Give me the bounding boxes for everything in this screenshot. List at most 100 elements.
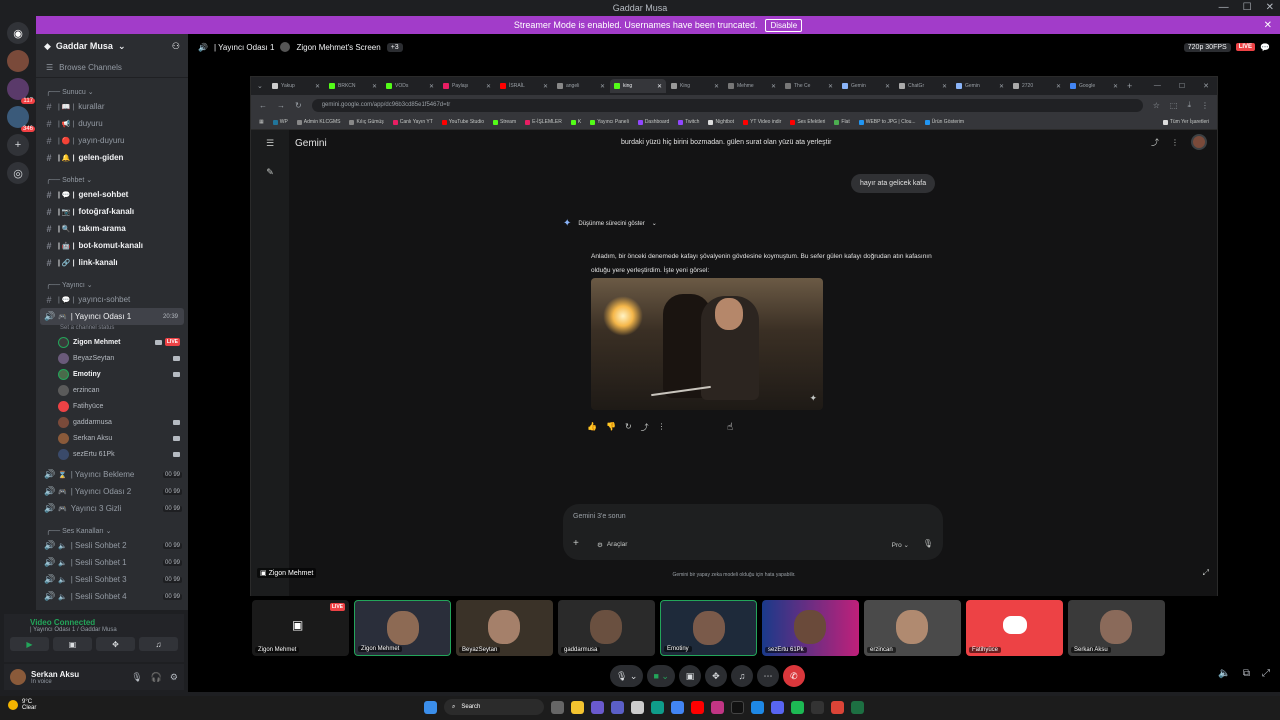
share-icon[interactable]: ⤴ [641,422,649,433]
spotify-icon[interactable] [791,700,804,714]
category-sohbet[interactable]: ╭── Sohbet ⌄ [36,166,188,186]
disconnect-button[interactable]: ✆ [782,665,805,687]
account-avatar[interactable] [1191,134,1207,150]
add-member-icon[interactable]: ⚇ [172,41,180,52]
headphones-icon[interactable]: 🎧 [151,672,162,683]
maximize-icon[interactable]: ☐ [1243,2,1252,13]
file-explorer-icon[interactable] [571,700,584,714]
voice-channel-sesli-sohbet-2[interactable]: 🔊 🔈 | Sesli Sohbet 2 00 99 [36,537,188,554]
gemini-brand[interactable]: Gemini [295,138,327,149]
browser-tab[interactable]: VODs ✕ [382,79,438,93]
prompt-input-box[interactable]: Gemini 3'e sorun + ⚙ Araçlar Pro ⌄ 🎙 [563,504,943,560]
channel-gelen-giden[interactable]: # | 🔔 | gelen-giden [36,149,188,166]
back-icon[interactable]: ← [259,101,267,110]
instagram-icon[interactable] [711,700,724,714]
voice-channel-sesli-sohbet-1[interactable]: 🔊 🔈 | Sesli Sohbet 1 00 99 [36,554,188,571]
new-chat-icon[interactable]: ✎ [251,167,289,178]
minimize-icon[interactable]: — [1154,82,1161,90]
close-icon[interactable]: ✕ [1203,82,1209,90]
bookmark[interactable]: Flat [834,119,850,125]
discord-icon[interactable] [771,700,784,714]
bookmark[interactable]: YT Video indir [743,119,781,125]
user-avatar[interactable] [10,669,26,685]
server-icon-gaddar[interactable] [7,50,29,72]
channel-kurallar[interactable]: # | 📖 | kurallar [36,98,188,115]
category-sunucu[interactable]: ╭── Sunucu ⌄ [36,78,188,98]
bookmark[interactable]: E-İŞLEMLER [525,119,562,125]
browser-tab[interactable]: angeli ✕ [553,79,609,93]
browser-tab[interactable]: King ✕ [667,79,723,93]
bookmark[interactable]: Canlı Yayın YT [392,119,433,125]
participant-tile[interactable]: Fatihyüce [966,600,1063,656]
browser-tab[interactable]: Yakup ✕ [268,79,324,93]
excel-icon[interactable] [851,700,864,714]
address-bar[interactable]: gemini.google.com/app/dc96b3cd85e1f5467d… [311,98,1143,112]
soundboard-button[interactable]: ♫ [139,637,178,651]
popout-icon[interactable]: ⧉ [1243,668,1250,679]
browser-tab[interactable]: Mehme ✕ [724,79,780,93]
chat-icon[interactable]: 💬 [1260,43,1270,52]
apps-icon[interactable]: ▦ [259,119,264,125]
camera-button[interactable]: ▶ [10,637,49,651]
chrome-icon[interactable] [671,700,684,714]
bookmark[interactable]: YouTube Studio [441,119,484,125]
fullscreen-icon[interactable]: ⤢ [1203,568,1209,578]
bookmark[interactable]: Twitch [678,119,699,125]
participant-tile[interactable]: Zigon Mehmet [354,600,451,656]
minimize-icon[interactable]: — [1219,2,1229,13]
participant-tile[interactable]: Serkan Aksu [1068,600,1165,656]
weather-widget[interactable]: 9°C Clear [8,699,36,711]
category-ses[interactable]: ╭── Ses Kanalları ⌄ [36,517,188,537]
thumbs-up-icon[interactable]: 👍 [587,422,597,433]
voice-user-emotiny[interactable]: Emotiny [36,366,188,382]
microphone-icon[interactable]: 🎙 [131,672,142,683]
all-bookmarks[interactable]: Tüm Yer İşaretleri [1162,119,1209,125]
new-tab-icon[interactable]: + [1127,81,1132,91]
participant-tile[interactable]: BeyazSeytan [456,600,553,656]
task-view-icon[interactable] [551,700,564,714]
voice-channel-yayinci-3-gizli[interactable]: 🔊 🎮 Yayıncı 3 Gizli 00 99 [36,500,188,517]
voice-channel-yayinci-odasi-1[interactable]: 🔊 🎮 | Yayıncı Odası 1 20:39 [40,308,184,325]
voice-user-zigon[interactable]: Zigon Mehmet LIVE [36,334,188,350]
channel-yayinci-sohbet[interactable]: # | 💬 | yayıncı-sohbet [36,291,188,308]
tab-search-icon[interactable]: ⌄ [257,82,267,90]
teams-icon[interactable] [611,700,624,714]
browser-tab[interactable]: BRKCN ✕ [325,79,381,93]
channel-yayin-duyuru[interactable]: # | 🔴 | yayın-duyuru [36,132,188,149]
microphone-icon[interactable]: 🎙 [923,539,933,548]
screen-share-button[interactable]: ▣ [678,665,701,687]
voice-channel-yayinci-odasi-2[interactable]: 🔊 🎮 | Yayıncı Odası 2 00 99 [36,483,188,500]
add-server-icon[interactable]: + [7,134,29,156]
channel-link[interactable]: # | 🔗 | link-kanalı [36,254,188,271]
voice-user-serkan[interactable]: Serkan Aksu [36,430,188,446]
menu-icon[interactable]: ⋮ [1201,101,1209,110]
browser-tab[interactable]: Gemin ✕ [838,79,894,93]
thumbs-down-icon[interactable]: 👎 [606,422,616,433]
bookmark[interactable]: Stream [493,119,516,125]
participant-tile[interactable]: Emotiny [660,600,757,656]
more-options-icon[interactable]: ⋮ [1171,138,1179,147]
model-selector[interactable]: Pro ⌄ [892,541,909,549]
browser-tab[interactable]: king ✕ [610,79,666,93]
browser-tab[interactable]: The Ce ✕ [781,79,837,93]
obs-icon[interactable] [811,700,824,714]
extension-icon[interactable]: ⬚ [1170,101,1178,110]
participant-tile[interactable]: erzincan [864,600,961,656]
volume-icon[interactable]: 🔈 [1218,668,1230,679]
participant-tile[interactable]: LIVE ▣ Zigon Mehmet [252,600,349,656]
checkmark-app-icon[interactable] [751,700,764,714]
tiktok-icon[interactable] [731,700,744,714]
voice-user-erzincan[interactable]: erzincan [36,382,188,398]
viewer-count[interactable]: +3 [386,42,403,52]
settings-gear-icon[interactable]: ⚙ [170,672,178,683]
youtube-icon[interactable] [691,700,704,714]
bookmark[interactable]: Admin KLCGMS [296,119,340,125]
browse-channels[interactable]: ☰ Browse Channels [36,58,188,78]
channel-bot[interactable]: # | 🤖 | bot-komut-kanalı [36,237,188,254]
activities-button[interactable]: ✥ [96,637,135,651]
windows-start-icon[interactable] [424,700,437,714]
server-icon-2[interactable]: 117 [7,78,35,104]
browser-tab[interactable]: Gemin ✕ [952,79,1008,93]
browser-tab[interactable]: 2720 ✕ [1009,79,1065,93]
channel-duyuru[interactable]: # | 📢 | duyuru [36,115,188,132]
